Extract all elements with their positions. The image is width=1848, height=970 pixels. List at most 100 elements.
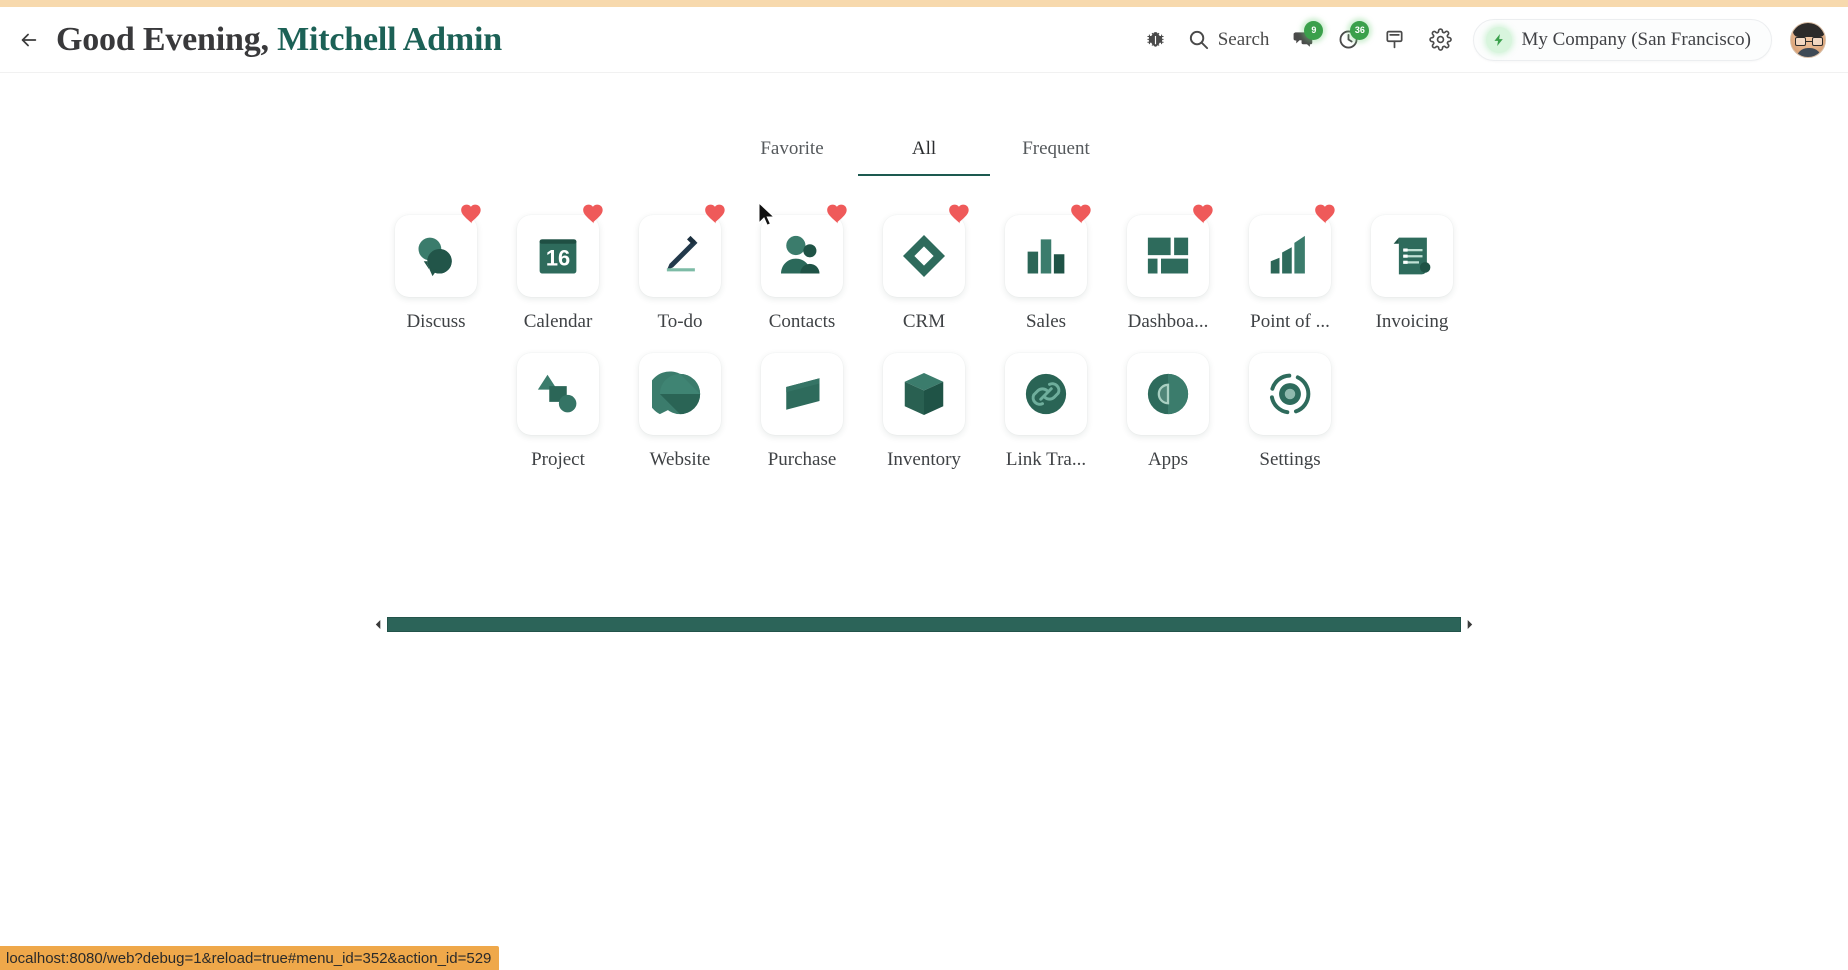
app-tile <box>1127 204 1213 297</box>
app-tile <box>761 353 843 435</box>
debug-menu-button[interactable] <box>1133 17 1179 63</box>
app-tile <box>1371 215 1453 297</box>
app-label: Inventory <box>887 449 961 470</box>
page-title: Good Evening, Mitchell Admin <box>56 21 502 59</box>
app-discuss[interactable]: Discuss <box>375 204 497 333</box>
app-label: Dashboa... <box>1127 311 1209 332</box>
dashboard-icon <box>1147 237 1189 274</box>
app-settings[interactable]: Settings <box>1229 353 1351 471</box>
arrow-left-icon <box>21 33 37 46</box>
odoo-home-screen: Good Evening, Mitchell Admin Search 9 36… <box>0 0 1848 970</box>
search-label: Search <box>1217 28 1270 50</box>
scrollbar-right-arrow[interactable] <box>1465 618 1474 630</box>
app-tile: 16 <box>517 204 603 297</box>
app-label: Apps <box>1147 449 1189 470</box>
tab-favorite[interactable]: Favorite <box>726 130 858 176</box>
horizontal-scrollbar[interactable] <box>374 615 1474 633</box>
app-todo[interactable]: To-do <box>619 204 741 333</box>
app-label: Contacts <box>768 311 836 332</box>
app-invoicing[interactable]: Invoicing <box>1351 215 1473 333</box>
tab-frequent[interactable]: Frequent <box>990 130 1122 176</box>
avatar-glasses <box>1795 36 1823 46</box>
crm-diamond-icon <box>903 235 945 277</box>
user-name: Mitchell Admin <box>277 20 502 58</box>
settings-button[interactable] <box>1417 17 1463 63</box>
scrollbar-left-arrow[interactable] <box>374 618 383 630</box>
app-tile <box>639 353 721 435</box>
favorite-heart-icon[interactable] <box>703 201 729 227</box>
app-purchase[interactable]: Purchase <box>741 353 863 471</box>
app-dashboards[interactable]: Dashboa... <box>1107 204 1229 333</box>
favorite-heart-icon[interactable] <box>1313 201 1339 227</box>
company-switcher[interactable]: My Company (San Francisco) <box>1473 18 1772 61</box>
app-label: CRM <box>902 311 946 332</box>
calendar-icon: 16 <box>539 239 577 274</box>
pos-bars-icon <box>1270 235 1305 274</box>
messages-button[interactable]: 9 <box>1279 17 1325 63</box>
app-sales[interactable]: Sales <box>985 204 1107 333</box>
scrollbar-thumb[interactable] <box>387 616 1461 632</box>
sales-bars-icon <box>1027 239 1065 274</box>
discuss-icon <box>418 237 452 277</box>
favorite-heart-icon[interactable] <box>1191 201 1217 227</box>
heart-glyph <box>949 204 969 224</box>
company-name: My Company (San Francisco) <box>1521 28 1751 50</box>
app-label: Discuss <box>406 311 466 332</box>
app-inventory[interactable]: Inventory <box>863 353 985 471</box>
tab-all[interactable]: All <box>858 130 990 176</box>
avatar[interactable] <box>1790 21 1826 58</box>
app-header: Good Evening, Mitchell Admin Search 9 36… <box>0 7 1848 73</box>
app-point-of-sale[interactable]: Point of ... <box>1229 204 1351 333</box>
heart-glyph <box>461 204 481 224</box>
app-tile <box>883 204 969 297</box>
app-label: Invoicing <box>1375 311 1449 332</box>
app-crm[interactable]: CRM <box>863 204 985 333</box>
heart-glyph <box>1193 204 1213 224</box>
app-label: Project <box>531 449 585 470</box>
heart-glyph <box>1071 204 1091 224</box>
search-button[interactable]: Search <box>1179 17 1280 63</box>
favorite-heart-icon[interactable] <box>947 201 973 227</box>
app-grid: Discuss 16 Calendar To-do Contacts CRM S… <box>369 204 1479 491</box>
favorite-heart-icon[interactable] <box>459 201 485 227</box>
invoicing-icon <box>1393 237 1431 275</box>
avatar-lens-right <box>1812 36 1823 46</box>
app-calendar[interactable]: 16 Calendar <box>497 204 619 333</box>
app-tile <box>517 353 599 435</box>
website-globe-icon <box>652 371 701 415</box>
status-bar-url: localhost:8080/web?debug=1&reload=true#m… <box>0 946 500 970</box>
app-contacts[interactable]: Contacts <box>741 204 863 333</box>
app-label: Website <box>649 449 711 470</box>
favorite-heart-icon[interactable] <box>1069 201 1095 227</box>
chevron-right-icon <box>1467 619 1473 629</box>
presentation-button[interactable] <box>1371 17 1417 63</box>
tab-all-label: All <box>911 138 937 159</box>
avatar-hair <box>1793 22 1825 37</box>
inventory-cube-icon <box>904 373 944 415</box>
app-apps[interactable]: Apps <box>1107 353 1229 471</box>
link-tracker-icon <box>1025 373 1067 415</box>
app-project[interactable]: Project <box>497 353 619 471</box>
activities-badge: 36 <box>1350 20 1370 40</box>
favorite-heart-icon[interactable] <box>825 201 851 227</box>
favorite-heart-icon[interactable] <box>581 201 607 227</box>
app-label: Calendar <box>523 311 593 332</box>
scrollbar-track[interactable] <box>387 616 1461 632</box>
presentation-board-icon <box>1386 30 1403 49</box>
activities-button[interactable]: 36 <box>1325 17 1371 63</box>
app-website[interactable]: Website <box>619 353 741 471</box>
contacts-icon <box>781 235 820 274</box>
app-tile <box>395 204 481 297</box>
chevron-left-icon <box>375 619 381 629</box>
heart-glyph <box>827 204 847 224</box>
lightning-bolt-icon <box>1486 26 1513 53</box>
heart-glyph <box>1315 204 1335 224</box>
svg-text:16: 16 <box>546 246 570 271</box>
app-link-tracker[interactable]: Link Tra... <box>985 353 1107 471</box>
app-tile <box>1005 204 1091 297</box>
back-button[interactable] <box>6 17 52 63</box>
app-row-2: Project Website Purchase Inventory Link … <box>369 353 1479 491</box>
app-tile <box>883 353 965 435</box>
settings-rings-icon <box>1269 373 1311 415</box>
app-label: Point of ... <box>1250 311 1330 332</box>
